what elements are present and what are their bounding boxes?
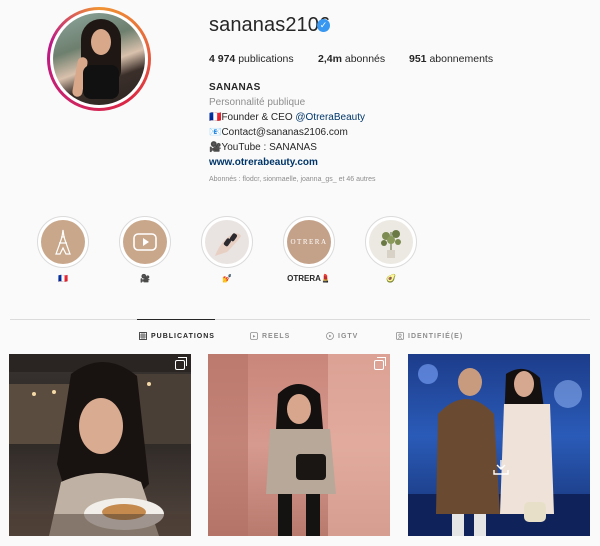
tab-publications[interactable]: PUBLICATIONS — [139, 332, 215, 340]
tabs-divider — [10, 319, 590, 320]
post-thumbnail[interactable] — [408, 354, 590, 536]
highlight-youtube[interactable]: 🎥 — [118, 216, 172, 283]
followers-count[interactable]: 2,4m abonnés — [318, 53, 385, 65]
username: sananas2106 — [209, 14, 331, 36]
profile-tabs: PUBLICATIONS REELS IGTV IDENTIFIÉ(E) — [0, 332, 600, 346]
bio-line-founder: 🇫🇷Founder & CEO @OtreraBeauty — [209, 112, 365, 123]
otrera-logo: OTRERA — [290, 238, 328, 246]
profile-bio: SANANAS Personnalité publique 🇫🇷Founder … — [209, 80, 365, 170]
post-photo-restaurant — [9, 354, 191, 536]
verified-badge-icon: ✓ — [317, 19, 330, 32]
multiple-posts-icon — [374, 357, 386, 370]
bio-line-youtube: 🎥YouTube : SANANAS — [209, 142, 317, 153]
tab-igtv[interactable]: IGTV — [326, 332, 358, 340]
download-icon[interactable] — [492, 458, 510, 476]
tagged-icon — [396, 332, 404, 340]
post-photo-street — [208, 354, 390, 536]
otrera-mention-link[interactable]: @OtreraBeauty — [295, 112, 365, 123]
posts-count: 4 974 publications — [209, 53, 294, 65]
website-link[interactable]: www.otrerabeauty.com — [209, 155, 365, 170]
multiple-posts-icon — [175, 357, 187, 370]
reels-icon — [250, 332, 258, 340]
grid-icon — [139, 332, 147, 340]
highlight-nails[interactable]: 💅 — [200, 216, 254, 283]
highlight-plant[interactable]: 🥑 — [364, 216, 418, 283]
avatar-photo — [53, 13, 145, 105]
followed-by-text[interactable]: Abonnés : flodcr, sionmaelle, joanna_gs_… — [209, 176, 376, 183]
highlight-label: 🇫🇷 — [58, 274, 68, 283]
eiffel-tower-icon — [55, 229, 71, 255]
highlight-label: 💅 — [222, 274, 232, 283]
tab-tagged[interactable]: IDENTIFIÉ(E) — [396, 332, 463, 340]
highlight-otrera[interactable]: OTRERA OTRERA💄 — [282, 216, 336, 283]
nails-icon — [215, 233, 241, 256]
highlight-label: OTRERA💄 — [287, 274, 331, 283]
following-count[interactable]: 951 abonnements — [409, 53, 493, 65]
post-photo-club — [408, 364, 590, 536]
highlight-france[interactable]: 🇫🇷 — [36, 216, 90, 283]
bio-line-contact: 📧Contact@sananas2106.com — [209, 127, 348, 138]
tab-reels[interactable]: REELS — [250, 332, 290, 340]
plant-icon — [381, 230, 401, 258]
post-thumbnail[interactable] — [9, 354, 191, 536]
profile-avatar[interactable] — [47, 7, 151, 111]
category-label: Personnalité publique — [209, 97, 306, 108]
post-thumbnail[interactable] — [208, 354, 390, 536]
active-tab-indicator — [137, 319, 215, 320]
avatar-frame — [50, 10, 148, 108]
youtube-icon — [133, 233, 157, 251]
highlight-label: 🥑 — [386, 274, 396, 283]
highlight-label: 🎥 — [140, 274, 150, 283]
igtv-icon — [326, 332, 334, 340]
full-name: SANANAS — [209, 82, 261, 93]
